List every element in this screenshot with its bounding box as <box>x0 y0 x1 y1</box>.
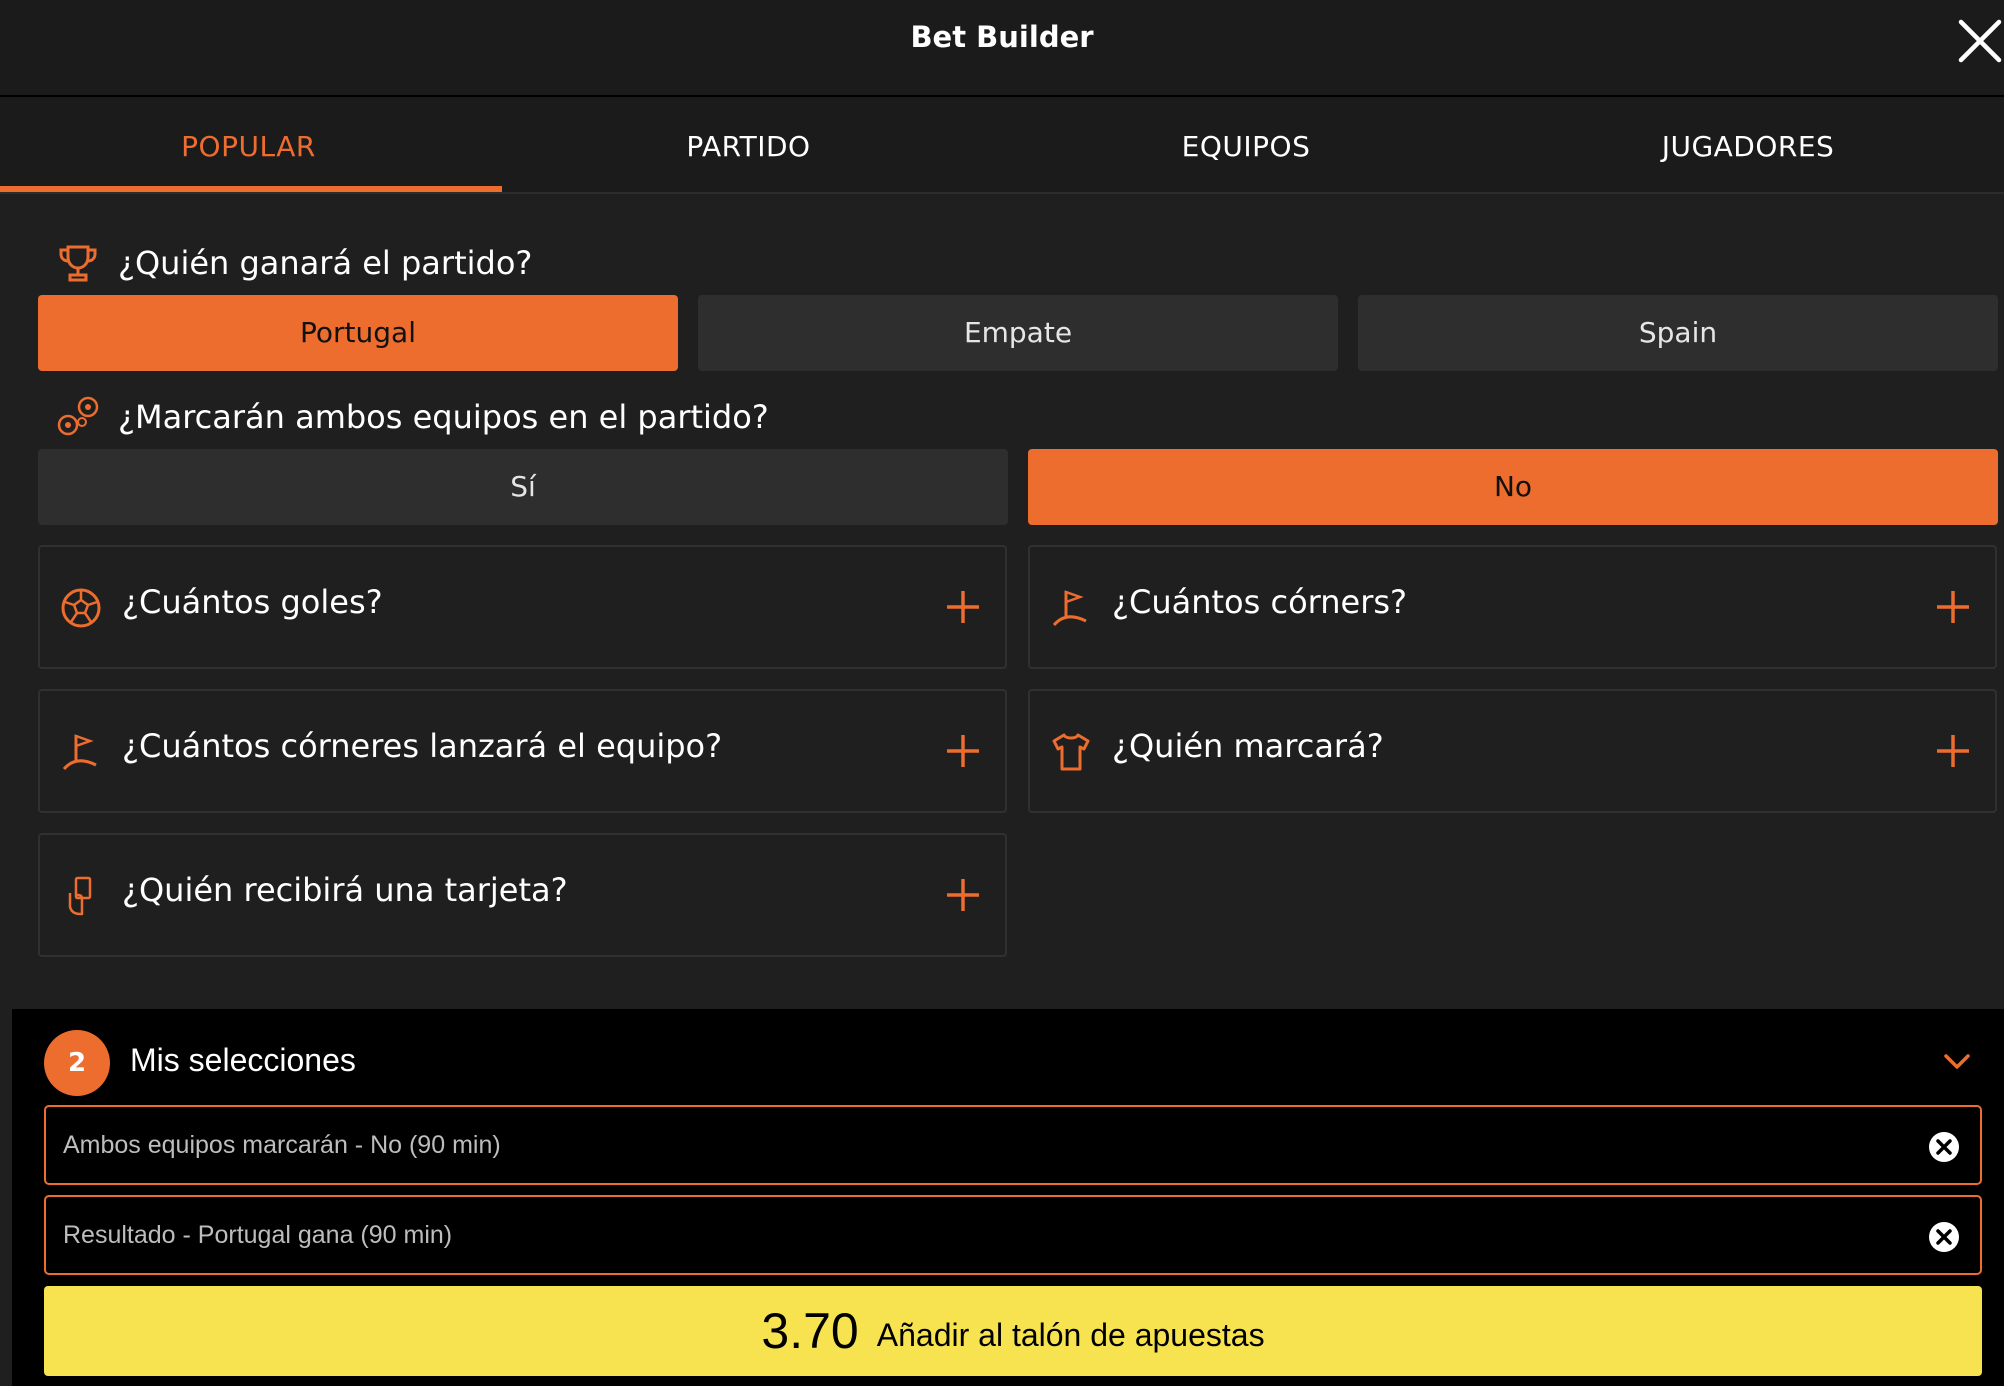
close-icon[interactable] <box>1957 18 2003 64</box>
market-cards[interactable]: ¿Quién recibirá una tarjeta? <box>38 833 1007 957</box>
plus-icon[interactable] <box>943 875 983 915</box>
active-tab-indicator <box>0 186 502 192</box>
corner-flag-icon <box>62 734 97 771</box>
option-no[interactable]: No <box>1028 449 1998 525</box>
market-label: ¿Cuántos goles? <box>122 583 383 621</box>
shirt-icon <box>1052 733 1090 771</box>
both-score-header: ¿Marcarán ambos equipos en el partido? <box>56 392 769 442</box>
selection-label: Ambos equipos marcarán - No (90 min) <box>63 1131 501 1159</box>
market-label: ¿Quién marcará? <box>1112 727 1384 765</box>
plus-icon[interactable] <box>1933 731 1973 771</box>
tab-bar: POPULAR PARTIDO EQUIPOS JUGADORES <box>0 97 2004 194</box>
tab-jugadores[interactable]: JUGADORES <box>1492 97 2004 194</box>
selection-item: Resultado - Portugal gana (90 min) <box>44 1195 1982 1275</box>
trophy-icon <box>59 245 97 282</box>
remove-selection-icon[interactable] <box>1928 1131 1960 1163</box>
market-label: ¿Cuántos córners? <box>1112 583 1408 621</box>
corner-flag-icon <box>1052 590 1087 627</box>
option-empate[interactable]: Empate <box>698 295 1338 371</box>
add-to-betslip-label: Añadir al talón de apuestas <box>876 1316 1265 1353</box>
market-goals[interactable]: ¿Cuántos goles? <box>38 545 1007 669</box>
tab-equipos[interactable]: EQUIPOS <box>1000 97 1492 194</box>
plus-icon[interactable] <box>943 587 983 627</box>
market-corners[interactable]: ¿Cuántos córners? <box>1028 545 1997 669</box>
chevron-down-icon[interactable] <box>1942 1050 1972 1074</box>
selections-count-badge: 2 <box>44 1030 110 1096</box>
selections-title: Mis selecciones <box>130 1042 356 1078</box>
tab-partido[interactable]: PARTIDO <box>497 97 1000 194</box>
selection-item: Ambos equipos marcarán - No (90 min) <box>44 1105 1982 1185</box>
match-winner-question: ¿Quién ganará el partido? <box>118 244 533 282</box>
tab-popular[interactable]: POPULAR <box>0 97 497 194</box>
balls-icon <box>57 396 99 436</box>
both-score-question: ¿Marcarán ambos equipos en el partido? <box>118 398 769 436</box>
page-title: Bet Builder <box>910 20 1094 54</box>
combined-odds: 3.70 <box>761 1303 859 1359</box>
market-scorer[interactable]: ¿Quién marcará? <box>1028 689 1997 813</box>
football-icon <box>61 588 101 628</box>
option-spain[interactable]: Spain <box>1358 295 1998 371</box>
match-winner-header: ¿Quién ganará el partido? <box>56 238 532 288</box>
plus-icon[interactable] <box>1933 587 1973 627</box>
card-hand-icon <box>68 876 92 916</box>
selection-label: Resultado - Portugal gana (90 min) <box>63 1221 453 1249</box>
plus-icon[interactable] <box>943 731 983 771</box>
market-label: ¿Quién recibirá una tarjeta? <box>122 871 568 909</box>
option-si[interactable]: Sí <box>38 449 1008 525</box>
header: Bet Builder <box>0 0 2004 97</box>
add-to-betslip-button[interactable]: 3.70 Añadir al talón de apuestas <box>44 1286 1982 1376</box>
option-portugal[interactable]: Portugal <box>38 295 678 371</box>
market-label: ¿Cuántos córneres lanzará el equipo? <box>122 727 723 765</box>
remove-selection-icon[interactable] <box>1928 1221 1960 1253</box>
market-team-corners[interactable]: ¿Cuántos córneres lanzará el equipo? <box>38 689 1007 813</box>
